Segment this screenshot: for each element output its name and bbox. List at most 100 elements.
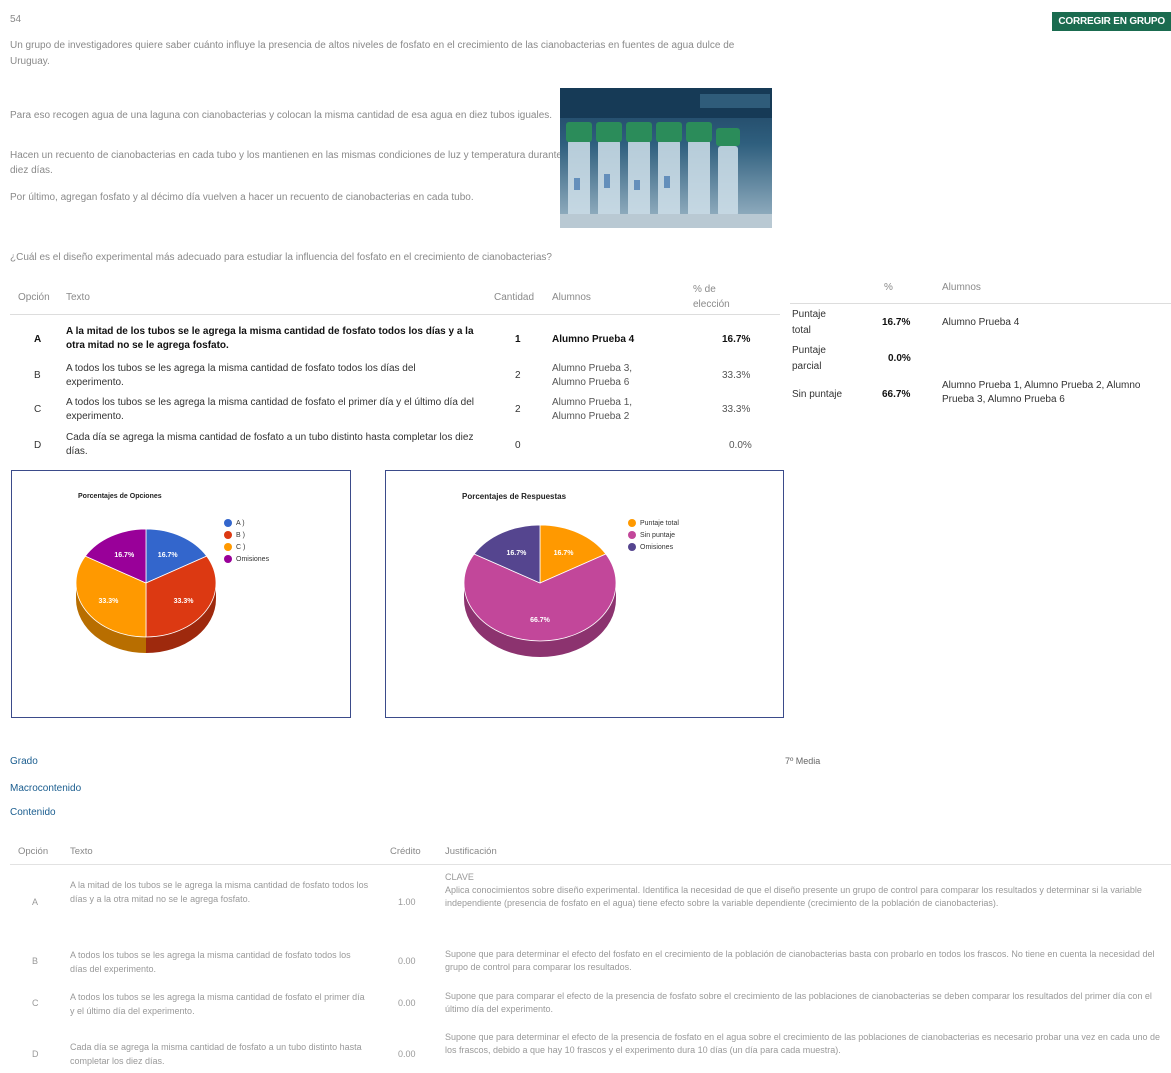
- respuestas-legend-label-1: Sin puntaje: [640, 531, 676, 539]
- option-a-pct: 16.7%: [722, 334, 751, 345]
- opciones-slice-label-2: 33.3%: [99, 598, 120, 605]
- test-tubes-photo: [560, 88, 772, 228]
- just-a-credito: 1.00: [398, 897, 416, 907]
- opciones-legend-swatch-3: [224, 555, 232, 563]
- just-b-text: A todos los tubos se les agrega la misma…: [70, 950, 351, 974]
- contenido-link[interactable]: Contenido: [10, 807, 56, 818]
- option-b-pct: 33.3%: [722, 370, 751, 381]
- scores-header-pct: %: [884, 282, 893, 293]
- opciones-legend-item-3: Omisiones: [224, 555, 269, 563]
- question-paragraph-1: Para eso recogen agua de una laguna con …: [10, 110, 553, 121]
- chart-opciones-legend: A ) B ) C ) Omisiones: [224, 519, 269, 567]
- score-sin-label: Sin puntaje: [792, 389, 843, 400]
- score-parcial-pct: 0.0%: [888, 353, 911, 364]
- option-b-alumnos: Alumno Prueba 3, Alumno Prueba 6: [552, 363, 633, 388]
- just-b-justificacion: Supone que para determinar el efecto del…: [445, 949, 1155, 972]
- score-sin-alumnos: Alumno Prueba 1, Alumno Prueba 2, Alumno…: [942, 380, 1141, 405]
- chart-opciones-pie: 16.7% 33.3% 33.3% 16.7%: [75, 528, 217, 653]
- chart-opciones-panel: Porcentajes de Opciones 16.7% 33.3% 33.3% 1…: [11, 470, 351, 718]
- option-a-letter: A: [34, 334, 42, 345]
- score-total-pct: 16.7%: [882, 317, 911, 328]
- opciones-slice-label-1: 33.3%: [174, 598, 195, 605]
- chart-respuestas-pie: 16.7% 66.7% 16.7%: [463, 524, 617, 657]
- scores-header-divider: [790, 303, 1171, 304]
- respuestas-legend-item-0: Puntaje total: [628, 519, 679, 527]
- opciones-legend-swatch-0: [224, 519, 232, 527]
- option-c-text: A todos los tubos se les agrega la misma…: [66, 397, 474, 422]
- opciones-slice-label-3: 16.7%: [114, 552, 135, 559]
- option-b-text: A todos los tubos se les agrega la misma…: [66, 363, 416, 388]
- opciones-legend-item-2: C ): [224, 543, 269, 551]
- just-d-justificacion: Supone que para determinar el efecto de …: [445, 1032, 1160, 1055]
- option-a-alumnos: Alumno Prueba 4: [552, 334, 635, 345]
- chart-opciones-title: Porcentajes de Opciones: [78, 493, 162, 500]
- opciones-legend-item-0: A ): [224, 519, 269, 527]
- respuestas-legend-item-1: Sin puntaje: [628, 531, 679, 539]
- just-a-justificacion: CLAVE Aplica conocimientos sobre diseño …: [445, 872, 1142, 908]
- question-intro: Un grupo de investigadores quiere saber …: [10, 40, 735, 67]
- option-c-letter: C: [34, 404, 42, 415]
- option-d-letter: D: [34, 440, 42, 451]
- macrocontenido-link[interactable]: Macrocontenido: [10, 783, 81, 794]
- just-a-letter: A: [32, 897, 39, 907]
- question-number: 54: [10, 14, 22, 25]
- justification-header-opcion: Opción: [18, 846, 49, 857]
- respuestas-slice-label-0: 16.7%: [554, 550, 575, 557]
- score-total-label: Puntaje total: [792, 309, 826, 336]
- question-prompt: ¿Cuál es el diseño experimental más adec…: [10, 252, 552, 263]
- just-c-letter: C: [32, 998, 39, 1008]
- option-c-cantidad: 2: [515, 404, 521, 415]
- score-total-alumnos: Alumno Prueba 4: [942, 317, 1020, 328]
- opciones-slice-label-0: 16.7%: [158, 552, 179, 559]
- options-header-opcion: Opción: [18, 292, 50, 303]
- just-d-credito: 0.00: [398, 1049, 416, 1059]
- just-b-letter: B: [32, 956, 39, 966]
- option-d-text: Cada día se agrega la misma cantidad de …: [66, 432, 474, 457]
- justification-header-divider: [10, 864, 1171, 865]
- opciones-legend-swatch-2: [224, 543, 232, 551]
- opciones-legend-item-1: B ): [224, 531, 269, 539]
- question-paragraph-2: Hacen un recuento de cianobacterias en c…: [10, 150, 562, 176]
- opciones-legend-label-1: B ): [236, 531, 245, 539]
- opciones-legend-label-3: Omisiones: [236, 555, 270, 563]
- chart-respuestas-title: Porcentajes de Respuestas: [462, 492, 567, 501]
- respuestas-legend-swatch-1: [628, 531, 636, 539]
- just-d-letter: D: [32, 1049, 39, 1059]
- option-a-text: A la mitad de los tubos se le agrega la …: [66, 326, 474, 351]
- respuestas-legend-label-0: Puntaje total: [640, 519, 679, 527]
- respuestas-legend-label-2: Omisiones: [640, 543, 674, 551]
- opciones-legend-label-0: A ): [236, 519, 245, 527]
- question-paragraph-3: Por último, agregan fosfato y al décimo …: [10, 192, 474, 203]
- respuestas-slice-label-1: 66.7%: [530, 617, 551, 624]
- respuestas-legend-item-2: Omisiones: [628, 543, 679, 551]
- justification-header-credito: Crédito: [390, 846, 421, 857]
- just-c-justificacion: Supone que para comparar el efecto de la…: [445, 991, 1152, 1014]
- score-parcial-label: Puntaje parcial: [792, 345, 826, 372]
- chart-respuestas-panel: Porcentajes de Respuestas 16.7% 66.7% 16.7…: [385, 470, 784, 718]
- respuestas-legend-swatch-0: [628, 519, 636, 527]
- respuestas-slice-label-2: 16.7%: [506, 550, 527, 557]
- options-header-cantidad: Cantidad: [494, 292, 535, 303]
- options-header-divider: [10, 314, 780, 315]
- options-header-alumnos: Alumnos: [552, 292, 591, 303]
- option-c-pct: 33.3%: [722, 404, 751, 415]
- justification-header-justificacion: Justificación: [445, 846, 497, 857]
- chart-respuestas-legend: Puntaje total Sin puntaje Omisiones: [628, 519, 679, 555]
- opciones-legend-label-2: C ): [236, 543, 246, 551]
- opciones-legend-swatch-1: [224, 531, 232, 539]
- grado-value: 7º Media: [785, 756, 821, 766]
- option-d-pct: 0.0%: [729, 440, 752, 451]
- option-c-alumnos: Alumno Prueba 1, Alumno Prueba 2: [552, 397, 633, 422]
- just-b-credito: 0.00: [398, 956, 416, 966]
- just-d-text: Cada día se agrega la misma cantidad de …: [70, 1042, 362, 1066]
- options-header-texto: Texto: [66, 292, 90, 303]
- grado-link[interactable]: Grado: [10, 756, 38, 767]
- scores-header-alumnos: Alumnos: [942, 282, 981, 293]
- just-c-credito: 0.00: [398, 998, 416, 1008]
- option-d-cantidad: 0: [515, 440, 521, 451]
- justification-header-texto: Texto: [70, 846, 93, 857]
- corregir-en-grupo-button[interactable]: CORREGIR EN GRUPO: [1052, 12, 1171, 31]
- option-b-cantidad: 2: [515, 370, 521, 381]
- just-a-text: A la mitad de los tubos se le agrega la …: [70, 880, 369, 904]
- just-c-text: A todos los tubos se les agrega la misma…: [70, 992, 365, 1016]
